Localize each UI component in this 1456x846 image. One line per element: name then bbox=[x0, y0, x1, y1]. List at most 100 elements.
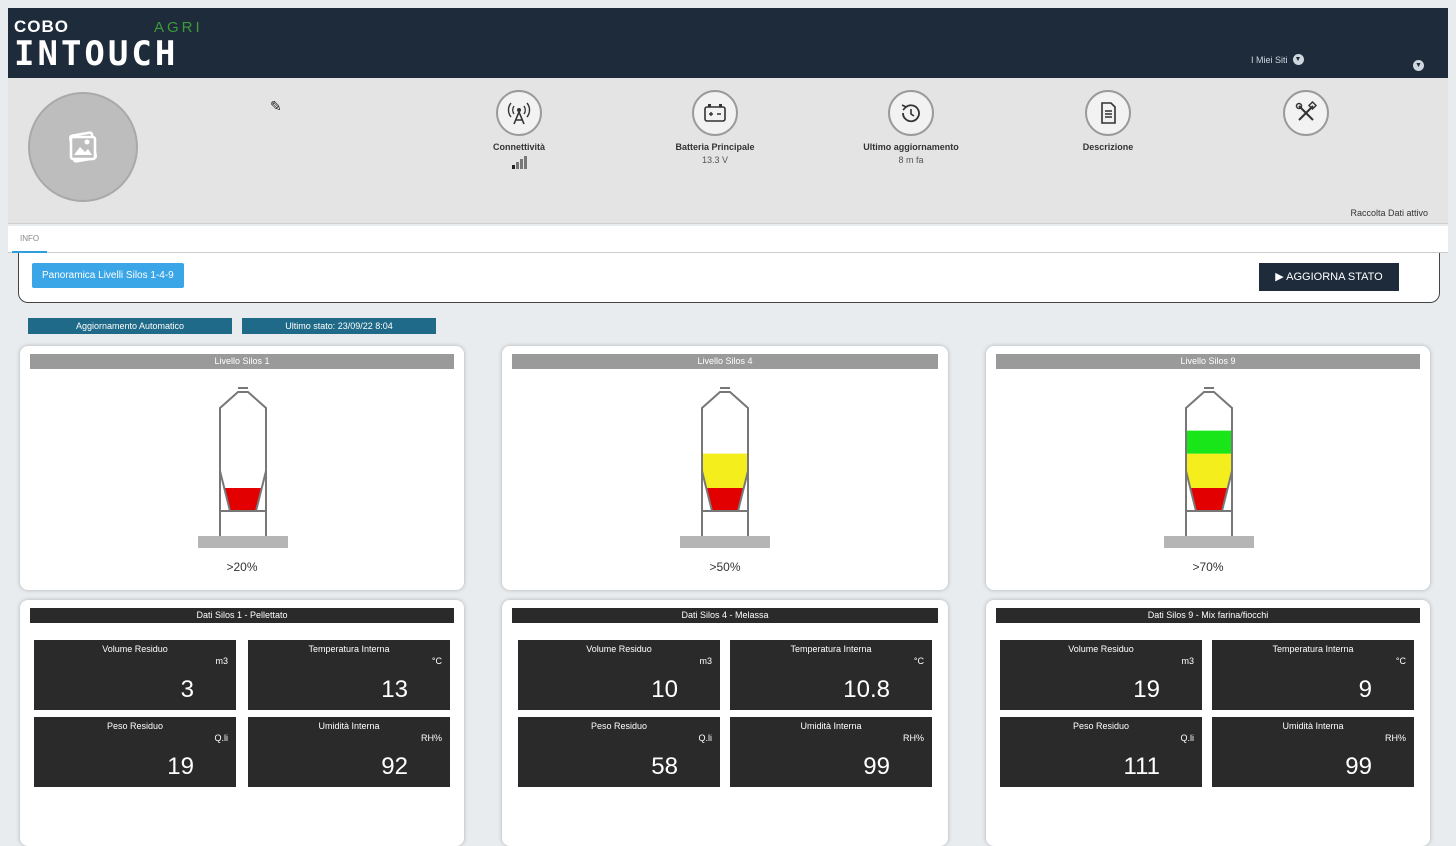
tile-value: 99 bbox=[1345, 753, 1372, 780]
silo-base bbox=[1164, 536, 1254, 548]
stat-label: Ultimo aggiornamento bbox=[863, 142, 959, 152]
card-title: Livello Silos 9 bbox=[996, 354, 1420, 369]
battery-icon bbox=[692, 90, 738, 136]
silo-level-label: >20% bbox=[226, 560, 258, 574]
document-icon bbox=[1085, 90, 1131, 136]
chevron-down-icon: ▼ bbox=[1292, 54, 1304, 65]
panoramica-livelli-button[interactable]: Panoramica Livelli Silos 1-4-9 bbox=[32, 263, 184, 288]
tile-temperatura-interna: Temperatura Interna °C 10.8 bbox=[730, 640, 932, 710]
tile-umidita-interna: Umidità Interna RH% 99 bbox=[1212, 717, 1414, 787]
tile-label: Temperatura Interna bbox=[308, 644, 390, 654]
tile-value: 99 bbox=[863, 753, 890, 780]
tile-volume-residuo: Volume Residuo m3 3 bbox=[34, 640, 236, 710]
tile-unit: RH% bbox=[420, 733, 442, 743]
tile-value: 19 bbox=[167, 753, 194, 780]
tile-value: 92 bbox=[381, 753, 408, 780]
stat-connettivita: Connettività bbox=[459, 90, 579, 174]
tile-volume-residuo: Volume Residuo m3 10 bbox=[518, 640, 720, 710]
tile-unit: Q.li bbox=[214, 733, 229, 743]
card-title: Livello Silos 1 bbox=[30, 354, 454, 369]
logo-brand-main: INTOUCH bbox=[14, 34, 179, 74]
chevron-down-icon: ▼ bbox=[1413, 60, 1424, 71]
silo-outline bbox=[219, 387, 267, 536]
tile-unit: m3 bbox=[1181, 656, 1194, 666]
silo-level-card: Livello Silos 4 >50% bbox=[502, 346, 948, 590]
tile-label: Temperatura Interna bbox=[1272, 644, 1354, 654]
tile-value: 10 bbox=[651, 676, 678, 703]
tile-temperatura-interna: Temperatura Interna °C 13 bbox=[248, 640, 450, 710]
tab-info[interactable]: INFO bbox=[12, 226, 48, 253]
image-placeholder-icon bbox=[68, 131, 98, 163]
stat-value: 13.3 V bbox=[701, 155, 729, 165]
tile-peso-residuo: Peso Residuo Q.li 58 bbox=[518, 717, 720, 787]
stat-label: Descrizione bbox=[1082, 142, 1134, 152]
tile-unit: °C bbox=[913, 656, 924, 666]
tile-value: 58 bbox=[651, 753, 678, 780]
silo-icon bbox=[1164, 387, 1254, 548]
tile-value: 10.8 bbox=[843, 676, 890, 703]
tile-unit: m3 bbox=[699, 656, 712, 666]
silo-data-card: Dati Silos 1 - Pellettato Volume Residuo… bbox=[20, 600, 464, 846]
silo-data-card: Dati Silos 4 - Melassa Volume Residuo m3… bbox=[502, 600, 948, 846]
silo-icon bbox=[198, 387, 288, 548]
tile-unit: °C bbox=[1395, 656, 1406, 666]
tile-label: Peso Residuo bbox=[106, 721, 164, 731]
silo-base bbox=[680, 536, 770, 548]
tile-unit: RH% bbox=[902, 733, 924, 743]
tile-label: Volume Residuo bbox=[1068, 644, 1134, 654]
history-icon bbox=[888, 90, 934, 136]
tile-peso-residuo: Peso Residuo Q.li 111 bbox=[1000, 717, 1202, 787]
settings-menu[interactable]: ▼ bbox=[1413, 54, 1424, 72]
logo-brand-top: COBO bbox=[14, 17, 69, 36]
tile-value: 111 bbox=[1123, 753, 1160, 780]
tile-label: Peso Residuo bbox=[590, 721, 648, 731]
tab-bar: INFO bbox=[8, 226, 1448, 253]
data-collection-status: Raccolta Dati attivo bbox=[1350, 208, 1428, 218]
tile-value: 13 bbox=[381, 676, 408, 703]
user-menu[interactable]: I Miei Siti ▼ bbox=[1251, 54, 1304, 65]
tile-value: 19 bbox=[1133, 676, 1160, 703]
silo-level-card: Livello Silos 9 >70% bbox=[986, 346, 1430, 590]
silo-level-label: >70% bbox=[1192, 560, 1224, 574]
tile-label: Umidità Interna bbox=[1282, 721, 1344, 731]
stat-label: Batteria Principale bbox=[675, 142, 755, 152]
tile-temperatura-interna: Temperatura Interna °C 9 bbox=[1212, 640, 1414, 710]
silo-fill-band bbox=[702, 453, 748, 489]
stat-strumenti[interactable] bbox=[1246, 90, 1366, 136]
logo-brand-sub: AGRI bbox=[154, 19, 203, 36]
stat-label: Connettività bbox=[492, 142, 545, 152]
tile-volume-residuo: Volume Residuo m3 19 bbox=[1000, 640, 1202, 710]
signal-strength-icon bbox=[511, 155, 527, 169]
silo-base bbox=[198, 536, 288, 548]
tile-umidita-interna: Umidità Interna RH% 99 bbox=[730, 717, 932, 787]
aggiorna-stato-button[interactable]: ▶ AGGIORNA STATO bbox=[1259, 263, 1399, 291]
auto-update-badge[interactable]: Aggiornamento Automatico bbox=[28, 318, 232, 334]
tools-icon bbox=[1283, 90, 1329, 136]
device-avatar[interactable] bbox=[28, 92, 138, 202]
silo-fill-band bbox=[1186, 453, 1232, 489]
user-menu-label: I Miei Siti bbox=[1251, 54, 1288, 65]
pencil-edit-icon[interactable]: ✎ bbox=[270, 98, 282, 115]
stat-value: 8 m fa bbox=[898, 155, 924, 165]
stat-descrizione[interactable]: Descrizione bbox=[1048, 90, 1168, 152]
silo-fill-band bbox=[1186, 430, 1232, 454]
tile-label: Umidità Interna bbox=[800, 721, 862, 731]
tile-value: 3 bbox=[180, 676, 194, 703]
card-title: Dati Silos 9 - Mix farina/fiocchi bbox=[996, 608, 1420, 623]
stat-ultimo-aggiornamento: Ultimo aggiornamento 8 m fa bbox=[851, 90, 971, 165]
tile-label: Umidità Interna bbox=[318, 721, 380, 731]
tile-unit: m3 bbox=[215, 656, 228, 666]
device-info-panel: ✎ Connettività Batteria Principale 13.3 … bbox=[8, 78, 1448, 224]
action-panel: Panoramica Livelli Silos 1-4-9 ▶ AGGIORN… bbox=[18, 253, 1440, 303]
tile-value: 9 bbox=[1358, 676, 1372, 703]
silo-icon bbox=[680, 387, 770, 548]
tile-label: Temperatura Interna bbox=[790, 644, 872, 654]
card-title: Dati Silos 1 - Pellettato bbox=[30, 608, 454, 623]
card-title: Dati Silos 4 - Melassa bbox=[512, 608, 938, 623]
tile-unit: °C bbox=[431, 656, 442, 666]
tile-label: Volume Residuo bbox=[102, 644, 168, 654]
tile-label: Peso Residuo bbox=[1072, 721, 1130, 731]
last-status-badge: Ultimo stato: 23/09/22 8:04 bbox=[242, 318, 436, 334]
tile-label: Volume Residuo bbox=[586, 644, 652, 654]
silo-level-label: >50% bbox=[709, 560, 741, 574]
